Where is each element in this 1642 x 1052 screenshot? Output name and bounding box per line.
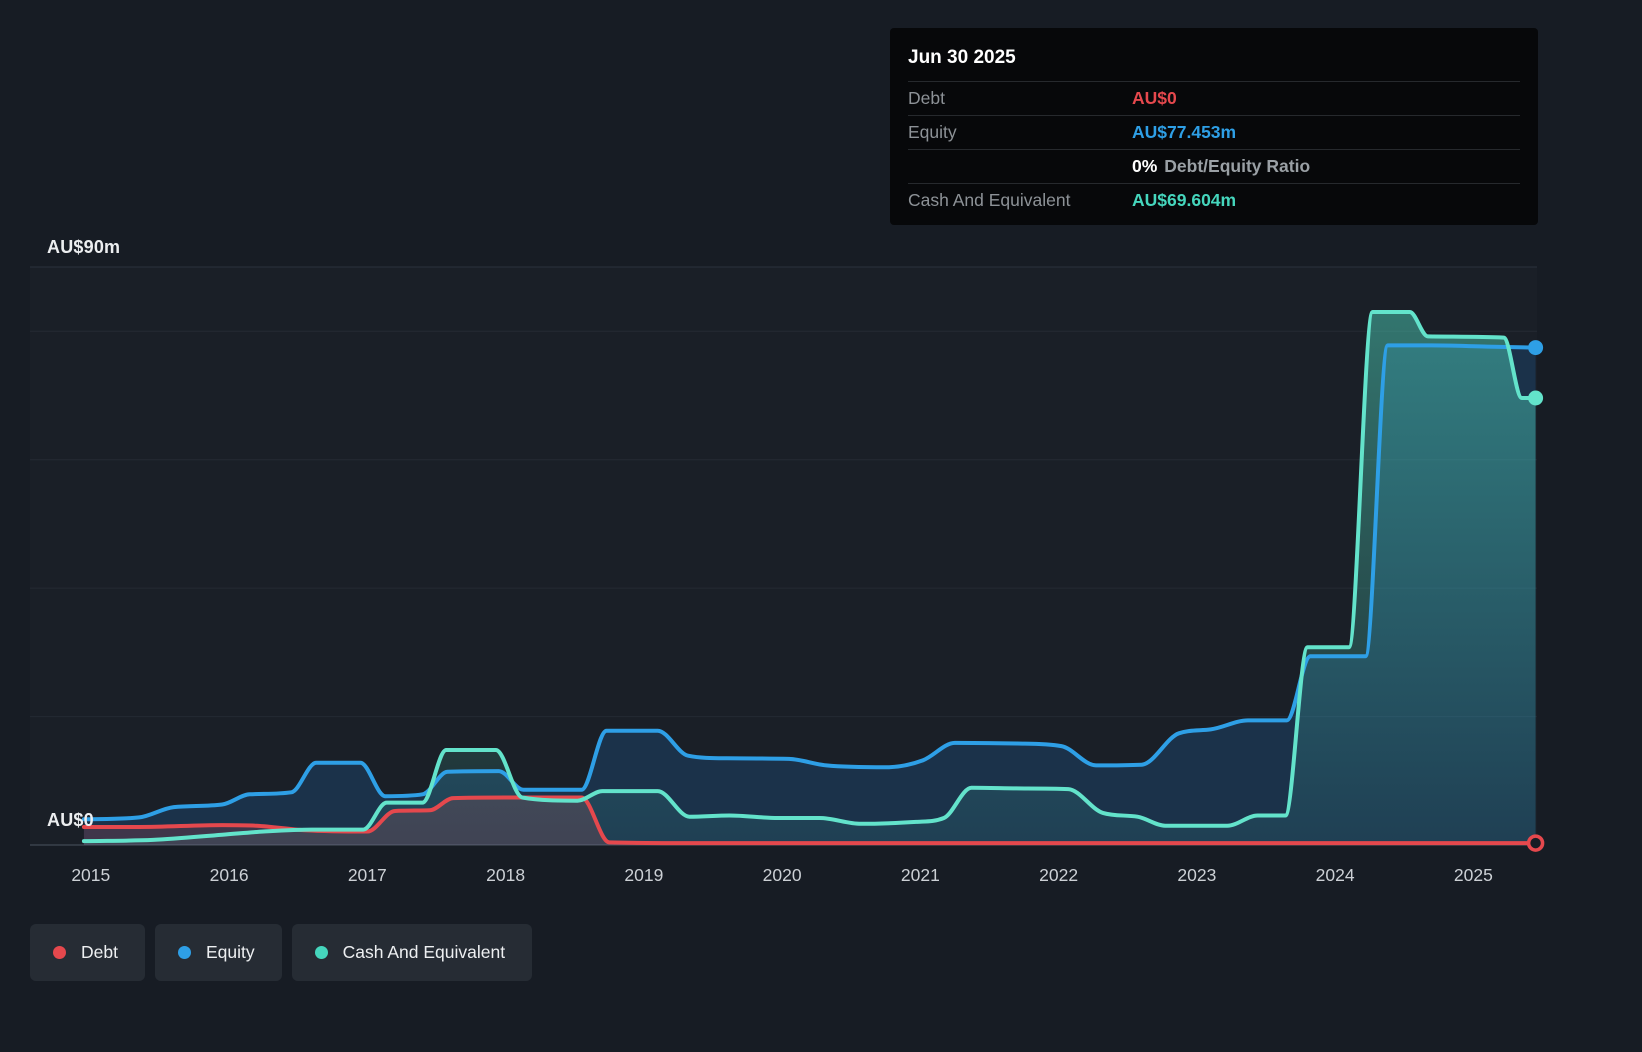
tooltip-row-debt: Debt AU$0 [908,82,1520,116]
debt-end-marker [1526,834,1545,852]
tooltip-row-equity: Equity AU$77.453m [908,116,1520,150]
x-axis-label-2020: 2020 [763,865,802,885]
x-axis-label-2021: 2021 [901,865,940,885]
cash-and-equivalent-end-marker [1528,390,1544,406]
equity-end-marker [1528,340,1544,356]
tooltip-ratio-value: 0% [1132,156,1158,176]
debt-dot-icon [53,946,66,959]
tooltip-ratio-label: Debt/Equity Ratio [1164,156,1311,176]
tooltip-cash-value: AU$69.604m [1132,190,1237,210]
legend-item-debt[interactable]: Debt [30,924,145,981]
balance-sheet-history-chart: 2015 2016 2017 2018 2019 2020 2021 2022 2023 2024… [0,0,1642,1052]
x-axis-label-2019: 2019 [624,865,663,885]
y-axis-label-zero: AU$0 [47,810,94,830]
x-axis-label-2024: 2024 [1316,865,1355,885]
tooltip-debt-label: Debt [908,88,945,108]
tooltip-equity-label: Equity [908,122,957,142]
x-axis-label-2018: 2018 [486,865,525,885]
legend: Debt Equity Cash And Equivalent [30,924,533,981]
x-axis-label-2025: 2025 [1454,865,1493,885]
hover-tooltip: Jun 30 2025 Debt AU$0 Equity AU$77.453m … [890,28,1538,225]
equity-dot-icon [177,946,191,959]
legend-item-cash[interactable]: Cash And Equivalent [291,924,533,981]
legend-equity-label: Equity [205,942,255,962]
tooltip-row-cash: Cash And Equivalent AU$69.604m [908,184,1520,217]
x-axis-label-2022: 2022 [1039,865,1078,885]
tooltip-debt-value: AU$0 [1132,88,1177,108]
legend-item-equity[interactable]: Equity [154,924,282,981]
y-axis-label-max: AU$90m [47,237,121,257]
legend-cash-label: Cash And Equivalent [342,942,506,962]
cash-dot-icon [314,946,328,959]
x-axis-label-2017: 2017 [348,865,387,885]
x-axis-label-2016: 2016 [210,865,249,885]
tooltip-cash-label: Cash And Equivalent [908,190,1071,210]
tooltip-ratio: 0% Debt/Equity Ratio [1132,156,1310,177]
tooltip-row-ratio: 0% Debt/Equity Ratio [908,150,1520,184]
legend-debt-label: Debt [81,942,118,962]
x-axis-label-2023: 2023 [1177,865,1216,885]
tooltip-equity-value: AU$77.453m [1132,122,1237,142]
x-axis-label-2015: 2015 [71,865,110,885]
tooltip-date: Jun 30 2025 [908,40,1520,82]
